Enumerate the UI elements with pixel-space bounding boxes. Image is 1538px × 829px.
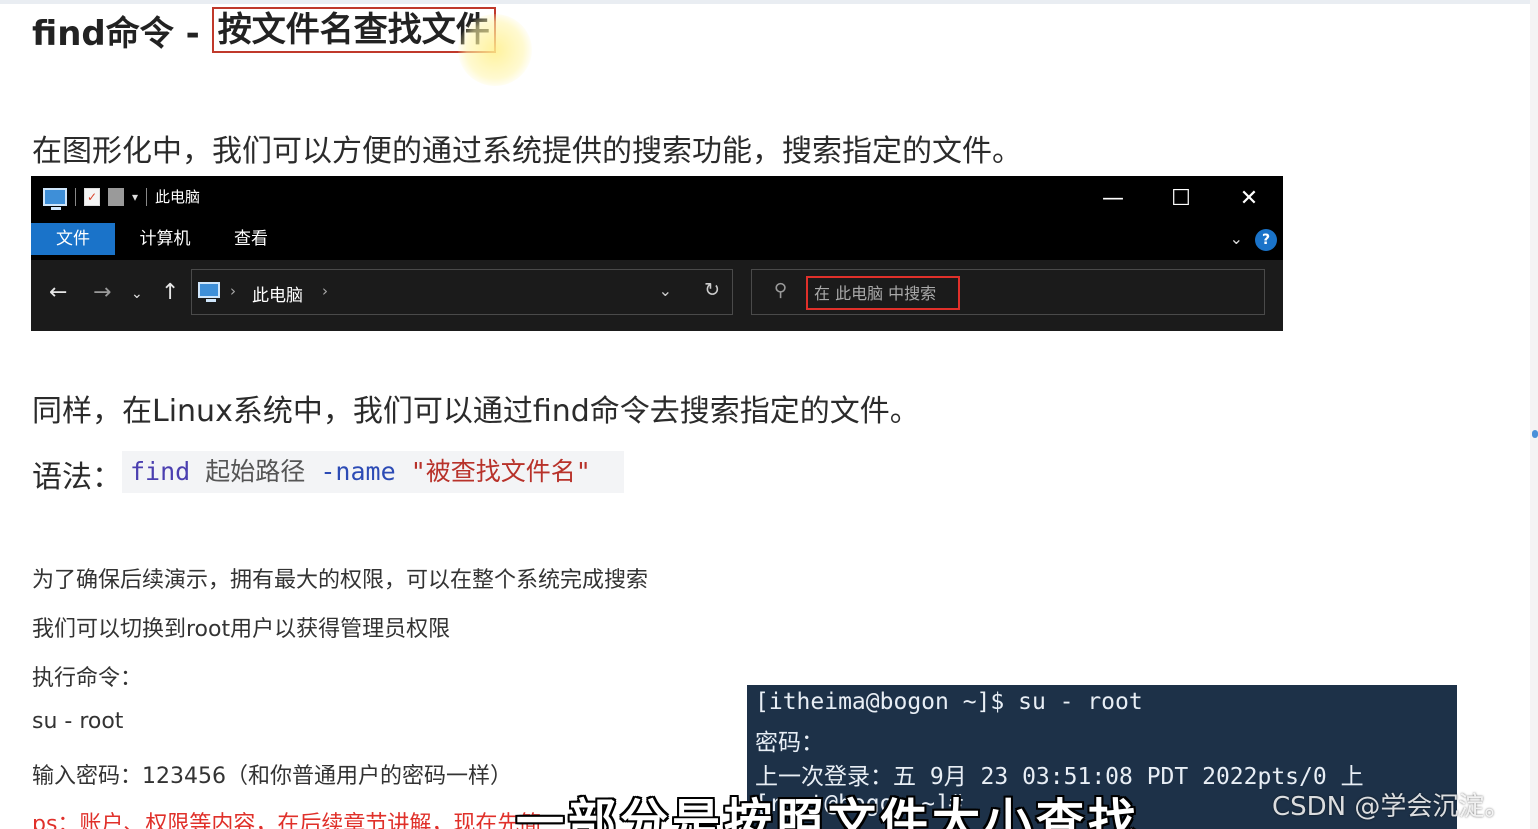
- syntax-label: 语法：: [32, 460, 122, 495]
- code-option: -name: [320, 457, 396, 486]
- code-command: find: [130, 457, 191, 486]
- maximize-icon[interactable]: ☐: [1147, 176, 1215, 220]
- explorer-ribbon: 文件 计算机 查看 ⌄ ?: [31, 220, 1283, 258]
- scrollbar-track[interactable]: [1530, 0, 1538, 829]
- intro-gui-paragraph: 在图形化中，我们可以方便的通过系统提供的搜索功能，搜索指定的文件。: [32, 134, 1022, 169]
- title-boxed-text: 按文件名查找文件: [211, 7, 496, 53]
- watermark: CSDN @学会沉淀。: [1272, 792, 1511, 822]
- code-pattern: "被查找文件名": [410, 457, 591, 486]
- explorer-titlebar: ✓ ▾ 此电脑 — ☐ ✕: [31, 176, 1283, 220]
- new-folder-icon[interactable]: [108, 187, 124, 206]
- note-line: 输入密码：123456（和你普通用户的密码一样）: [32, 764, 512, 789]
- search-box[interactable]: ⚲: [751, 269, 1265, 315]
- computer-icon: [198, 282, 220, 302]
- video-subtitle: 一部分是按照文件大小查找: [516, 794, 1141, 829]
- top-bar: [0, 0, 1538, 4]
- address-bar[interactable]: › 此电脑 › ⌄ ↻: [191, 269, 733, 315]
- search-icon: ⚲: [774, 280, 788, 301]
- syntax-code-block: find 起始路径 -name "被查找文件名": [122, 451, 624, 493]
- search-input[interactable]: [806, 276, 960, 310]
- address-path[interactable]: 此电脑: [252, 281, 303, 306]
- forward-arrow-icon[interactable]: →: [93, 280, 111, 305]
- title-prefix: find命令 -: [32, 13, 200, 54]
- code-start-path: 起始路径: [205, 457, 306, 486]
- expand-ribbon-icon[interactable]: ⌄: [1230, 229, 1243, 248]
- terminal-line: 密码：: [755, 730, 824, 756]
- back-arrow-icon[interactable]: ←: [49, 280, 67, 305]
- note-line: 执行命令：: [32, 666, 143, 691]
- chevron-down-icon[interactable]: ⌄: [659, 281, 672, 300]
- scrollbar-indicator[interactable]: [1532, 430, 1538, 438]
- chevron-right-icon[interactable]: ›: [322, 282, 328, 300]
- quick-access-toolbar: ✓ ▾ 此电脑: [43, 186, 201, 210]
- tab-computer[interactable]: 计算机: [135, 223, 195, 255]
- note-line: su - root: [32, 709, 124, 734]
- note-line: 为了确保后续演示，拥有最大的权限，可以在整个系统完成搜索: [32, 568, 649, 593]
- window-controls: — ☐ ✕: [1079, 176, 1283, 220]
- chevron-right-icon[interactable]: ›: [230, 282, 236, 300]
- toolbar-separator: [146, 187, 148, 206]
- minimize-icon[interactable]: —: [1079, 176, 1147, 220]
- customize-toolbar-icon[interactable]: ▾: [132, 190, 138, 204]
- note-line: 我们可以切换到root用户以获得管理员权限: [32, 617, 451, 642]
- toolbar-separator: [75, 187, 76, 206]
- note-line-warning: ps：账户、权限等内容，在后续章节讲解，现在先简: [32, 812, 542, 829]
- tab-view[interactable]: 查看: [231, 223, 271, 255]
- terminal-line: [itheima@bogon ~]$ su - root: [755, 689, 1143, 715]
- refresh-icon[interactable]: ↻: [704, 279, 720, 301]
- recent-locations-icon[interactable]: ⌄: [131, 286, 143, 302]
- tab-file[interactable]: 文件: [31, 223, 115, 255]
- intro-linux-paragraph: 同样，在Linux系统中，我们可以通过find命令去搜索指定的文件。: [32, 394, 920, 429]
- up-arrow-icon[interactable]: ↑: [161, 280, 179, 305]
- properties-icon[interactable]: ✓: [84, 187, 100, 206]
- explorer-navigation-bar: ← → ⌄ ↑ › 此电脑 › ⌄ ↻ ⚲: [31, 260, 1283, 331]
- window-title: 此电脑: [155, 188, 201, 206]
- page-title: find命令 - 按文件名查找文件: [32, 6, 496, 54]
- explorer-window-screenshot: ✓ ▾ 此电脑 — ☐ ✕ 文件 计算机 查看 ⌄ ? ← → ⌄ ↑ › 此电…: [31, 176, 1283, 331]
- computer-icon: [43, 187, 67, 210]
- close-icon[interactable]: ✕: [1215, 176, 1283, 220]
- help-icon[interactable]: ?: [1255, 229, 1277, 251]
